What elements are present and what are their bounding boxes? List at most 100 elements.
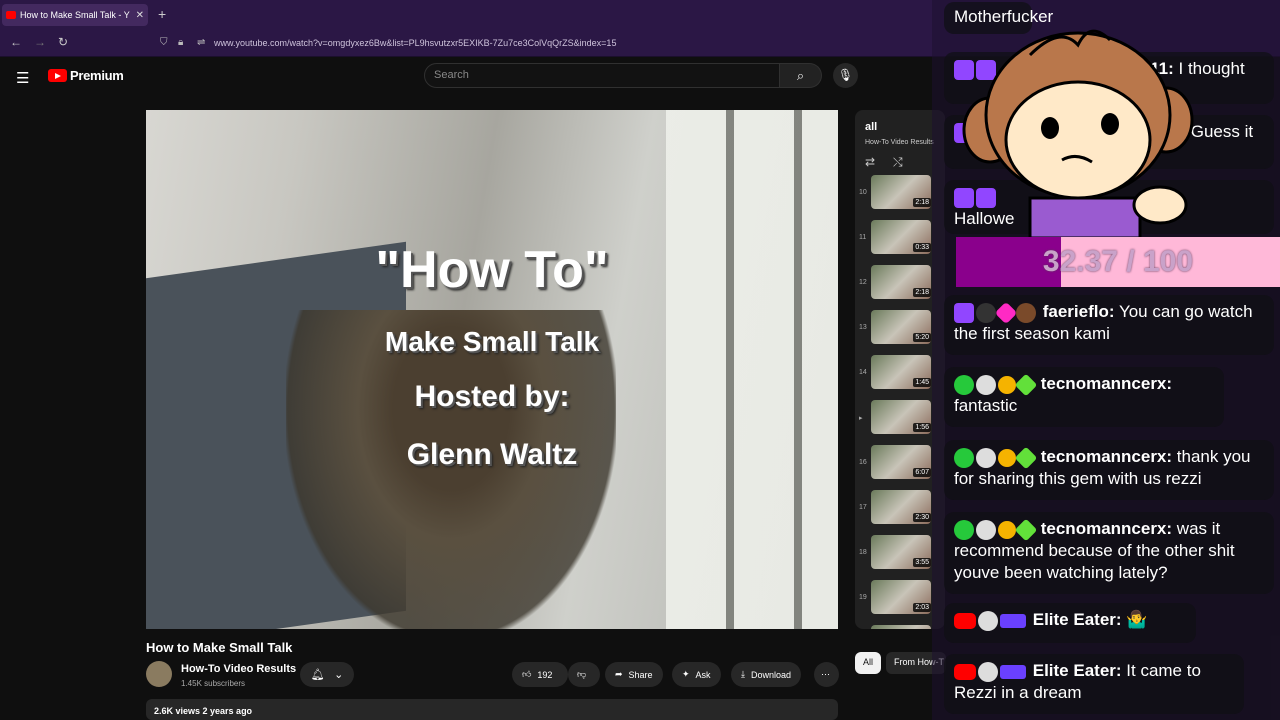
star-badge-icon bbox=[1014, 446, 1038, 469]
channel-name[interactable]: How-To Video Results bbox=[181, 663, 296, 675]
youtube-play-icon bbox=[48, 69, 67, 82]
playlist-thumbnail[interactable]: 1:45 bbox=[871, 355, 931, 389]
logo-text: Premium bbox=[70, 68, 124, 83]
chat-message: tecnomanncerx: was it recommend because … bbox=[944, 512, 1274, 594]
screen: How to Make Small Talk - Y ✕ + ← → ↻ ⛉ 🔒… bbox=[0, 0, 1280, 720]
playlist-item-index: 10 bbox=[859, 189, 867, 196]
notification-bell-button[interactable]: 🔔︎ ⌄ bbox=[300, 662, 354, 687]
playlist-item-duration: 1:56 bbox=[913, 423, 931, 432]
youtube-badge-icon bbox=[954, 612, 976, 629]
playlist-item-index: 14 bbox=[859, 369, 867, 376]
playlist-thumbnail[interactable]: 5:20 bbox=[871, 310, 931, 344]
subscriber-count: 1.45K subscribers bbox=[181, 679, 246, 688]
playlist-item-index: 18 bbox=[859, 549, 867, 556]
member-badge-icon bbox=[1000, 613, 1026, 628]
search-icon: ⌕ bbox=[796, 68, 805, 83]
video-player[interactable]: "How To" Make Small Talk Hosted by: Glen… bbox=[146, 110, 838, 629]
video-window bbox=[666, 110, 838, 629]
more-icon: ⋯ bbox=[821, 669, 830, 679]
permissions-icon[interactable]: ⇌ bbox=[197, 37, 205, 48]
like-button[interactable]: 👍︎ 192 bbox=[512, 662, 568, 687]
download-button[interactable]: ⤓ Download bbox=[731, 662, 802, 687]
playlist-channel[interactable]: How-To Video Results bbox=[865, 139, 934, 146]
voice-search-button[interactable]: 🎙︎ bbox=[833, 63, 858, 88]
playlist-item-index: 12 bbox=[859, 279, 867, 286]
playlist-thumbnail[interactable]: 0:33 bbox=[871, 220, 931, 254]
reload-button[interactable]: ↻ bbox=[58, 35, 68, 49]
video-title-overlay: "How To" bbox=[375, 241, 609, 299]
playlist-item-duration: 2:03 bbox=[913, 603, 931, 612]
close-tab-icon[interactable]: ✕ bbox=[136, 10, 144, 21]
browser-tab[interactable]: How to Make Small Talk - Y ✕ bbox=[2, 4, 148, 26]
chat-username: tecnomanncerx: bbox=[1040, 374, 1173, 393]
gauge-label: 32.37 / 100 bbox=[1042, 245, 1194, 278]
chat-username: Elite Eater: bbox=[1032, 610, 1122, 629]
search-button[interactable]: ⌕ bbox=[780, 63, 822, 88]
avatar-badge-icon bbox=[976, 519, 996, 540]
twitch-badge-icon bbox=[954, 302, 974, 323]
playlist-item-index: 17 bbox=[859, 504, 867, 511]
dislike-button[interactable]: 👎︎ bbox=[568, 662, 600, 687]
ask-button[interactable]: ✦ Ask bbox=[672, 662, 721, 687]
playlist-thumbnail[interactable] bbox=[871, 625, 931, 629]
hamburger-menu-icon[interactable]: ☰ bbox=[16, 69, 29, 87]
tab-title: How to Make Small Talk - Y bbox=[20, 10, 130, 20]
bell-icon: 🔔︎ bbox=[310, 669, 325, 681]
back-button[interactable]: ← bbox=[10, 35, 22, 49]
forward-button[interactable]: → bbox=[34, 35, 46, 49]
like-count: 192 bbox=[537, 669, 553, 680]
playlist-item-duration: 3:55 bbox=[913, 558, 931, 567]
playlist-thumbnail[interactable]: 2:18 bbox=[871, 175, 931, 209]
share-label: Share bbox=[628, 669, 653, 680]
playlist-item-duration: 6:07 bbox=[913, 468, 931, 477]
playlist-thumbnail[interactable]: 2:18 bbox=[871, 265, 931, 299]
ask-label: Ask bbox=[695, 669, 711, 680]
youtube-logo[interactable]: Premium bbox=[48, 68, 124, 83]
chip-all[interactable]: All bbox=[855, 652, 882, 674]
video-meta[interactable]: 2.6K views 2 years ago bbox=[146, 699, 838, 720]
avatar-badge-icon bbox=[1016, 302, 1036, 323]
member-badge-icon bbox=[1000, 664, 1026, 679]
new-tab-button[interactable]: + bbox=[158, 6, 166, 22]
playlist-item-duration: 5:20 bbox=[913, 333, 931, 342]
playlist-thumbnail[interactable]: 2:03 bbox=[871, 580, 931, 614]
avatar-badge-icon bbox=[976, 302, 996, 323]
download-icon: ⤓ bbox=[741, 669, 745, 679]
chat-username: tecnomanncerx: bbox=[1040, 447, 1173, 466]
thumbs-down-icon: 👎︎ bbox=[577, 669, 587, 679]
gold-one-badge-icon bbox=[998, 520, 1016, 539]
playlist-thumbnail[interactable]: 6:07 bbox=[871, 445, 931, 479]
playlist-thumbnail[interactable]: 1:56 bbox=[871, 400, 931, 434]
chat-message: tecnomanncerx: fantastic bbox=[944, 367, 1224, 427]
shuffle-icon[interactable]: ⤭ bbox=[893, 155, 903, 170]
shield-icon[interactable]: ⛉ bbox=[160, 37, 168, 48]
search-input[interactable]: Search bbox=[424, 63, 780, 88]
playlist-thumbnail[interactable]: 2:30 bbox=[871, 490, 931, 524]
chevron-down-icon: ⌄ bbox=[334, 669, 344, 681]
playlist-item-index: 19 bbox=[859, 594, 867, 601]
gold-one-badge-icon bbox=[998, 375, 1016, 394]
more-actions-button[interactable]: ⋯ bbox=[814, 662, 839, 687]
loop-icon[interactable]: ⇄ bbox=[865, 155, 875, 169]
playlist-item-duration: 2:18 bbox=[913, 288, 931, 297]
channel-avatar[interactable] bbox=[146, 661, 172, 687]
avatar-badge-icon bbox=[978, 610, 998, 631]
chat-message-text: Guess it bbox=[1190, 122, 1254, 141]
video-title: How to Make Small Talk bbox=[146, 640, 293, 655]
video-host-name: Glenn Waltz bbox=[406, 438, 578, 471]
video-subtitle-overlay: Make Small Talk bbox=[384, 326, 600, 357]
progress-gauge: 32.37 / 100 bbox=[956, 237, 1280, 287]
gold-one-badge-icon bbox=[998, 448, 1016, 467]
playlist-thumbnail[interactable]: 3:55 bbox=[871, 535, 931, 569]
avatar-badge-icon bbox=[976, 447, 996, 468]
playlist-item-index: 16 bbox=[859, 459, 867, 466]
chat-username: Elite Eater: bbox=[1032, 661, 1122, 680]
share-button[interactable]: ➦ Share bbox=[605, 662, 663, 687]
playlist-title[interactable]: all bbox=[865, 121, 877, 133]
playlist-item-duration: 0:33 bbox=[913, 243, 931, 252]
star-badge-icon bbox=[1014, 518, 1038, 541]
playlist-item-index: 13 bbox=[859, 324, 867, 331]
address-field[interactable]: www.youtube.com/watch?v=omgdyxez6Bw&list… bbox=[214, 38, 616, 48]
lock-icon[interactable]: 🔒︎ bbox=[178, 37, 183, 48]
sparkle-icon: ✦ bbox=[682, 669, 690, 679]
